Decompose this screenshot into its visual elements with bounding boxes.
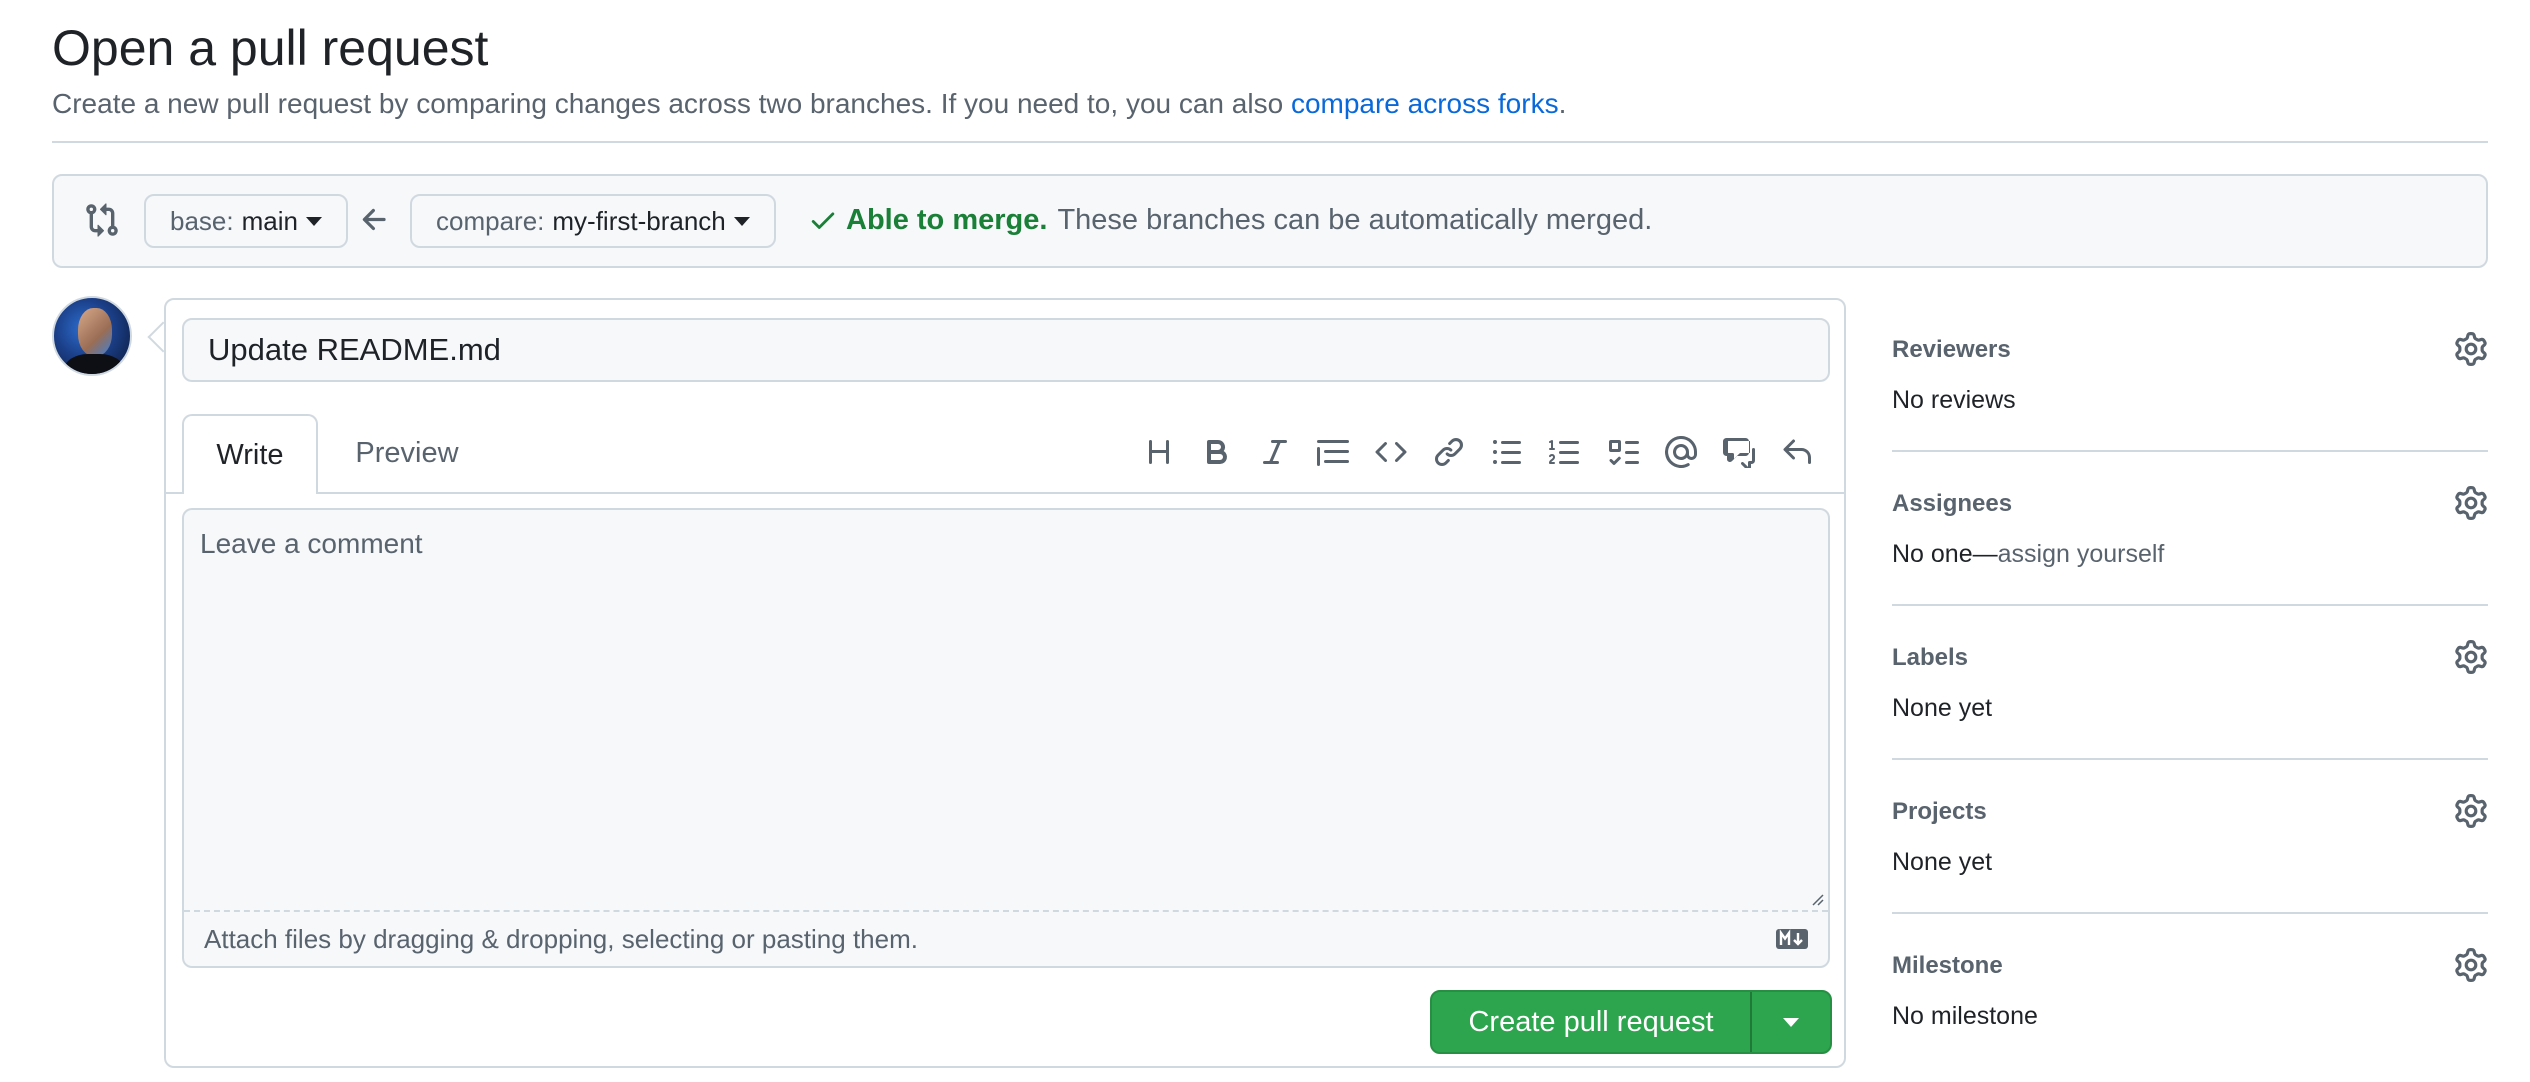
bold-button[interactable] bbox=[1188, 430, 1246, 474]
milestone-section: Milestone No milestone bbox=[1892, 914, 2488, 1068]
task-list-icon bbox=[1609, 440, 1639, 465]
assignees-value: No one—assign yourself bbox=[1892, 540, 2164, 569]
comment-editor: Attach files by dragging & dropping, sel… bbox=[182, 508, 1830, 968]
pull-request-page: Open a pull request Create a new pull re… bbox=[52, 0, 2488, 1082]
assign-yourself-link[interactable]: assign yourself bbox=[1998, 540, 2165, 568]
page-title: Open a pull request bbox=[52, 20, 489, 76]
assignees-label[interactable]: Assignees bbox=[1892, 490, 2012, 518]
task-list-button[interactable] bbox=[1594, 430, 1652, 474]
tab-preview[interactable]: Preview bbox=[342, 414, 472, 492]
projects-value: None yet bbox=[1892, 848, 1993, 876]
avatar-body bbox=[64, 354, 124, 374]
reviewers-section: Reviewers No reviews bbox=[1892, 298, 2488, 452]
sidebar: Reviewers No reviews Assignees No one—as… bbox=[1892, 298, 2488, 1068]
italic-icon bbox=[1263, 440, 1287, 464]
editor-tabs: Write Preview bbox=[166, 414, 1844, 494]
milestone-value: No milestone bbox=[1892, 1002, 2038, 1030]
header-divider bbox=[52, 141, 2488, 143]
git-compare-icon bbox=[86, 203, 118, 237]
unordered-list-icon bbox=[1493, 440, 1521, 464]
create-options-dropdown[interactable] bbox=[1752, 992, 1830, 1052]
heading-button[interactable] bbox=[1130, 430, 1188, 474]
ordered-list-icon bbox=[1549, 440, 1579, 464]
compare-bar: base: main compare: my-first-branch Able… bbox=[52, 174, 2488, 268]
base-branch-name: main bbox=[241, 205, 298, 236]
assignees-section: Assignees No one—assign yourself bbox=[1892, 452, 2488, 606]
check-icon bbox=[811, 212, 835, 229]
base-branch-dropdown[interactable]: base: main bbox=[144, 194, 348, 248]
labels-label[interactable]: Labels bbox=[1892, 644, 1968, 672]
resize-handle-icon[interactable] bbox=[1808, 890, 1824, 906]
reviewers-label[interactable]: Reviewers bbox=[1892, 336, 2011, 364]
code-icon bbox=[1375, 441, 1407, 463]
reply-icon bbox=[1783, 439, 1811, 464]
merge-message: These branches can be automatically merg… bbox=[1057, 204, 1653, 236]
gear-icon[interactable] bbox=[2454, 948, 2488, 982]
pull-request-form: Write Preview bbox=[164, 298, 1846, 1068]
assignees-none-text: No one— bbox=[1892, 540, 1998, 568]
gear-icon[interactable] bbox=[2454, 486, 2488, 520]
subtitle-text: Create a new pull request by comparing c… bbox=[52, 88, 1291, 119]
link-button[interactable] bbox=[1420, 430, 1478, 474]
compare-label: compare: bbox=[436, 205, 545, 236]
ordered-list-button[interactable] bbox=[1536, 430, 1594, 474]
mention-icon bbox=[1665, 436, 1697, 468]
code-button[interactable] bbox=[1362, 430, 1420, 474]
attach-files-bar[interactable]: Attach files by dragging & dropping, sel… bbox=[184, 910, 1828, 966]
reviewers-value: No reviews bbox=[1892, 386, 2016, 414]
heading-icon bbox=[1149, 440, 1169, 464]
base-label: base: bbox=[170, 205, 234, 236]
title-input[interactable] bbox=[182, 318, 1830, 382]
avatar bbox=[52, 296, 132, 376]
chevron-down-icon bbox=[733, 216, 750, 226]
mention-button[interactable] bbox=[1652, 430, 1710, 474]
chevron-down-icon bbox=[1783, 1017, 1799, 1027]
projects-section: Projects None yet bbox=[1892, 760, 2488, 914]
italic-button[interactable] bbox=[1246, 430, 1304, 474]
gear-icon[interactable] bbox=[2454, 640, 2488, 674]
merge-status: Able to merge. These branches can be aut… bbox=[808, 202, 1652, 238]
gear-icon[interactable] bbox=[2454, 794, 2488, 828]
avatar-face bbox=[78, 308, 112, 356]
unordered-list-button[interactable] bbox=[1478, 430, 1536, 474]
arrow-left-icon bbox=[362, 208, 386, 231]
subtitle-period: . bbox=[1558, 88, 1567, 119]
markdown-toolbar bbox=[1130, 430, 1826, 474]
compare-across-forks-link[interactable]: compare across forks bbox=[1291, 88, 1559, 119]
cross-reference-icon bbox=[1723, 438, 1755, 468]
bold-icon bbox=[1207, 440, 1228, 464]
compare-branch-name: my-first-branch bbox=[552, 205, 726, 236]
reply-button[interactable] bbox=[1768, 430, 1826, 474]
quote-icon bbox=[1317, 440, 1349, 466]
create-pull-request-button[interactable]: Create pull request bbox=[1430, 990, 1832, 1054]
page-subtitle: Create a new pull request by comparing c… bbox=[52, 86, 1566, 122]
comment-textarea[interactable] bbox=[184, 510, 1828, 910]
projects-label[interactable]: Projects bbox=[1892, 798, 1987, 826]
labels-section: Labels None yet bbox=[1892, 606, 2488, 760]
milestone-label[interactable]: Milestone bbox=[1892, 952, 2003, 980]
able-to-merge-text: Able to merge. bbox=[846, 204, 1048, 236]
cross-reference-button[interactable] bbox=[1710, 430, 1768, 474]
attach-files-text: Attach files by dragging & dropping, sel… bbox=[204, 924, 918, 954]
tab-write[interactable]: Write bbox=[182, 414, 318, 494]
chevron-down-icon bbox=[305, 216, 322, 226]
compare-branch-dropdown[interactable]: compare: my-first-branch bbox=[410, 194, 776, 248]
gear-icon[interactable] bbox=[2454, 332, 2488, 366]
link-icon bbox=[1434, 437, 1464, 467]
create-pull-request-label[interactable]: Create pull request bbox=[1432, 992, 1752, 1052]
markdown-icon[interactable] bbox=[1776, 928, 1808, 950]
quote-button[interactable] bbox=[1304, 430, 1362, 474]
labels-value: None yet bbox=[1892, 694, 1993, 722]
